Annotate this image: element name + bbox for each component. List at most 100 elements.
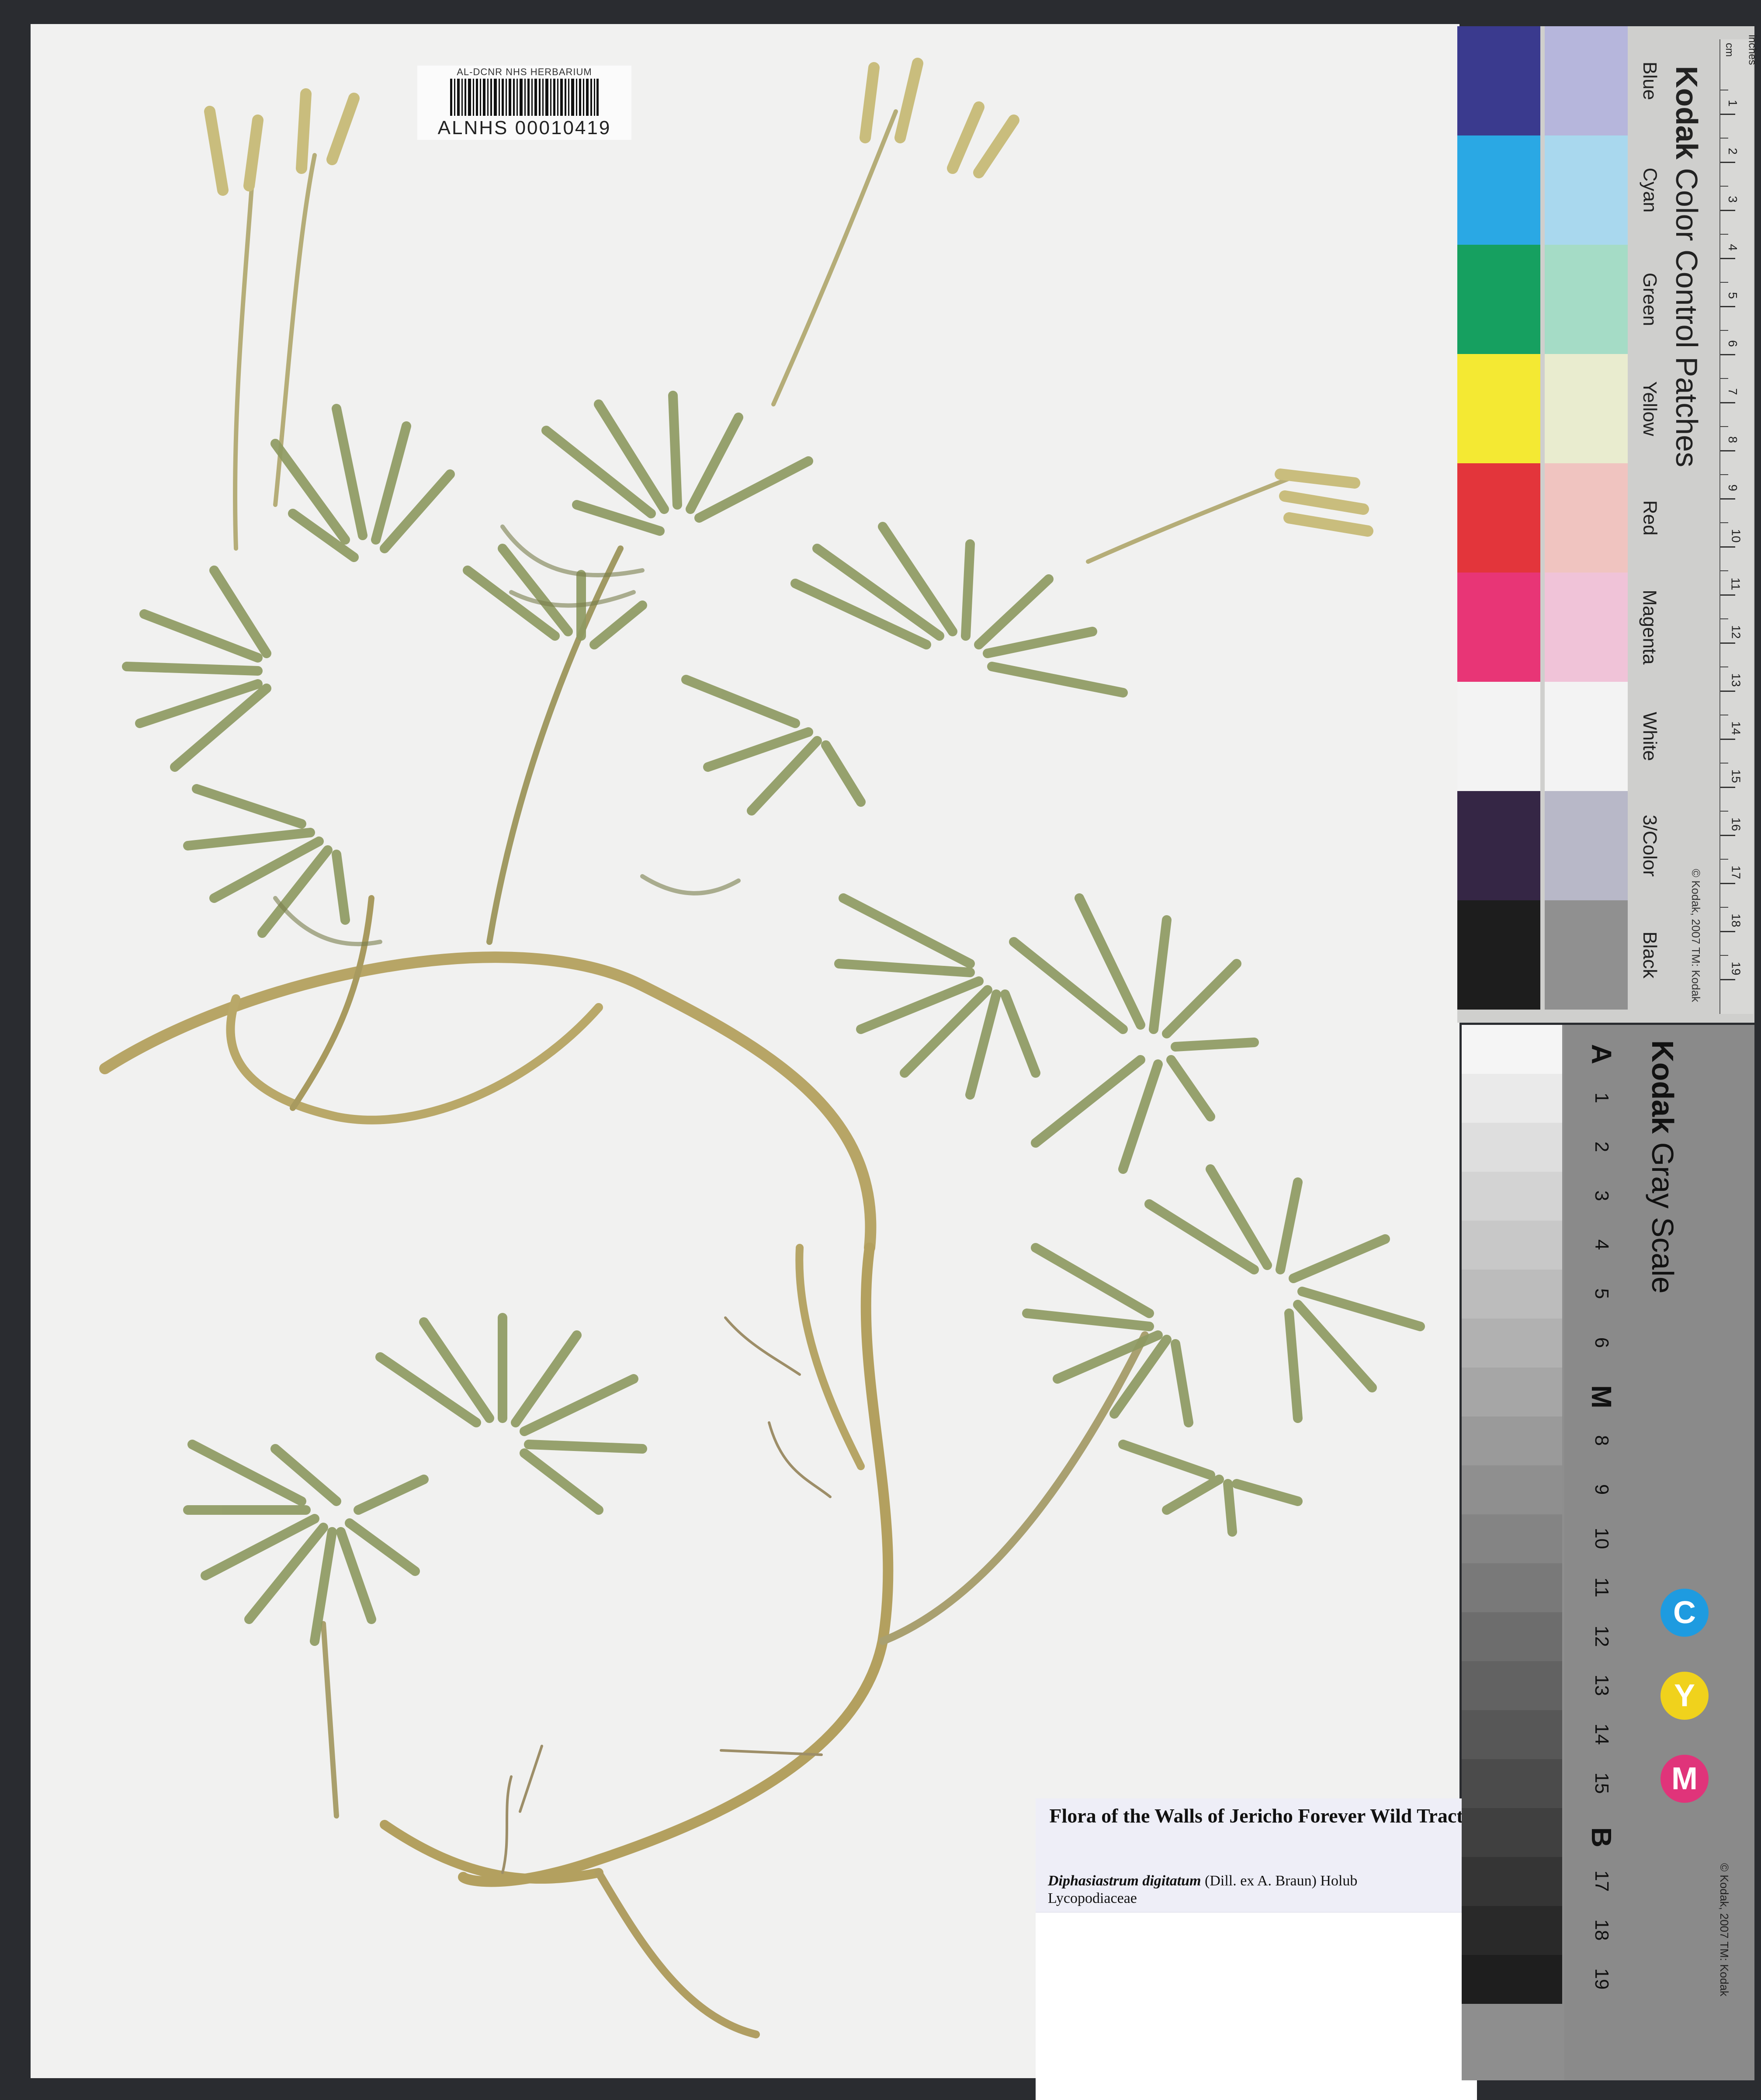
- gray-step-label: 12: [1591, 1625, 1612, 1647]
- ruler-tick-minor: [1720, 618, 1728, 619]
- barcode-institution: AL-DCNR NHS HERBARIUM: [457, 66, 592, 77]
- ruler-tick: [1720, 594, 1735, 596]
- gray-step-label: 19: [1591, 1968, 1612, 1990]
- cym-marker: C: [1660, 1589, 1709, 1637]
- ruler-tick-label: 4: [1726, 244, 1740, 251]
- gray-step: [1462, 1857, 1562, 1906]
- color-patch: [1457, 463, 1540, 573]
- strobilus-stalk: [321, 1621, 339, 1819]
- specimen-label: Flora of the Walls of Jericho Forever Wi…: [1036, 1798, 1477, 2100]
- color-card-brand: Kodak: [1670, 66, 1704, 160]
- ruler-tick: [1720, 642, 1735, 644]
- ruler-unit-cm: cm: [1723, 43, 1735, 57]
- gray-step: [1462, 1808, 1562, 1857]
- color-patch-tint: [1545, 463, 1628, 573]
- ruler-tick: [1720, 931, 1735, 932]
- ruler-tick-minor: [1720, 811, 1728, 812]
- gray-step-label: 17: [1591, 1870, 1612, 1892]
- plant-stem: [458, 1243, 894, 1887]
- ruler-unit-inches: inches: [1746, 35, 1758, 65]
- ruler-tick-label: 6: [1726, 340, 1740, 347]
- ruler-tick-label: 12: [1729, 625, 1743, 639]
- strobilus: [326, 93, 360, 165]
- plant-stem: [595, 1869, 760, 2038]
- ruler: cm inches 1 2 3 4 5 6 7 8 9 10 11 12 13 14 15 16 17 18 19: [1719, 35, 1758, 1014]
- catalog-number: ALNHS 00010419: [437, 117, 611, 139]
- ruler-tick-label: 14: [1729, 721, 1743, 735]
- ruler-tick: [1720, 210, 1735, 211]
- gray-step-label: 2: [1591, 1141, 1612, 1152]
- pressed-plant-specimen: [99, 58, 1425, 2038]
- gray-step-label: 3: [1591, 1190, 1612, 1201]
- ruler-tick: [1720, 114, 1735, 115]
- kodak-color-card: Blue Cyan Green Yellow Red Magenta White 3/Colo…: [1457, 26, 1758, 1023]
- specimen-label-header: Flora of the Walls of Jericho Forever Wi…: [1036, 1798, 1477, 1913]
- leaf-cluster: [122, 391, 1425, 1646]
- ruler-tick-label: 3: [1726, 196, 1740, 203]
- ruler-tick-minor: [1720, 763, 1728, 764]
- strobilus: [243, 115, 263, 191]
- herbarium-sheet: AL-DCNR NHS HERBARIUM ALNHS 00010419 Flo…: [31, 24, 1477, 2100]
- ruler-tick-minor: [1720, 859, 1728, 860]
- strobilus: [947, 101, 984, 174]
- color-patch-tint: [1545, 354, 1628, 463]
- ruler-tick-label: 8: [1726, 436, 1740, 443]
- gray-step-label: 10: [1591, 1527, 1612, 1549]
- color-patch-tint: [1545, 245, 1628, 354]
- ruler-tick-minor: [1720, 907, 1728, 908]
- root: [501, 1775, 513, 1874]
- gray-step: [1462, 1710, 1562, 1759]
- color-patch-tint: [1545, 135, 1628, 245]
- ruler-tick: [1720, 354, 1735, 355]
- strobilus: [1283, 512, 1373, 537]
- label-title: Flora of the Walls of Jericho Forever Wi…: [1049, 1805, 1463, 1827]
- color-patch: [1457, 245, 1540, 354]
- label-taxon: Diphasiastrum digitatum (Dill. ex A. Bra…: [1048, 1873, 1357, 1889]
- gray-card-brand: Kodak: [1646, 1040, 1680, 1134]
- barcode-bars: [450, 79, 599, 116]
- color-patch-tint: [1545, 573, 1628, 682]
- color-patch: [1457, 573, 1540, 682]
- color-card-copyright: © Kodak, 2007 TM: Kodak: [1689, 868, 1702, 1002]
- ruler-tick-label: 9: [1726, 484, 1740, 491]
- gray-step: [1462, 1759, 1562, 1808]
- kodak-gray-scale: A 1 2 3 4 5 6 M 8 9 10 11 12 13 14 15 B 17 18 19 Kodak Gray…: [1462, 1025, 1754, 2080]
- ruler-tick-minor: [1720, 138, 1728, 139]
- gray-step-label: 4: [1591, 1239, 1612, 1250]
- color-card-title: Kodak Color Control Patches: [1663, 26, 1711, 507]
- ruler-tick: [1720, 450, 1735, 451]
- gray-step-label: 11: [1591, 1577, 1612, 1597]
- ruler-tick-label: 18: [1729, 913, 1743, 927]
- gray-step-label: A: [1586, 1044, 1617, 1065]
- gray-card-subtitle: Gray Scale: [1646, 1142, 1680, 1294]
- barcode-label: AL-DCNR NHS HERBARIUM ALNHS 00010419: [417, 66, 631, 140]
- ruler-tick: [1720, 691, 1735, 692]
- ruler-tick: [1720, 402, 1735, 403]
- strobilus: [860, 62, 880, 143]
- ruler-tick-minor: [1720, 522, 1728, 523]
- strobilus: [204, 106, 229, 196]
- ruler-tick-minor: [1720, 426, 1728, 427]
- ruler-tick-minor: [1720, 955, 1728, 956]
- ruler-tick-label: 2: [1726, 148, 1740, 155]
- strobilus: [894, 58, 923, 143]
- color-patch: [1457, 791, 1540, 900]
- gray-step: [1462, 1025, 1562, 1074]
- ruler-tick: [1720, 258, 1735, 259]
- strobilus: [973, 115, 1019, 178]
- color-patch-label: Magenta: [1639, 590, 1661, 665]
- ruler-tick: [1720, 739, 1735, 740]
- ruler-tick: [1720, 162, 1735, 163]
- ruler-tick-label: 1: [1726, 100, 1740, 107]
- color-patch-label: Black: [1639, 931, 1660, 979]
- ruler-tick-label: 7: [1726, 388, 1740, 395]
- color-patch-tint: [1545, 682, 1628, 791]
- color-patch-label: Blue: [1639, 61, 1661, 101]
- ruler-tick-label: 11: [1729, 577, 1743, 590]
- gray-step: [1462, 1172, 1562, 1221]
- taxon-authority: (Dill. ex A. Braun) Holub: [1205, 1873, 1358, 1889]
- plant-stem: [879, 1331, 1149, 1645]
- ruler-tick-label: 16: [1729, 817, 1743, 831]
- strobilus-stalk: [771, 109, 898, 406]
- gray-step-label: M: [1586, 1385, 1617, 1409]
